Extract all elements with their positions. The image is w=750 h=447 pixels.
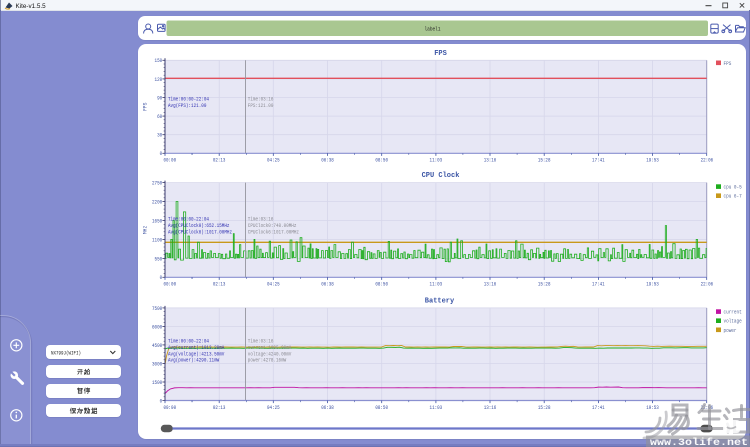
svg-text:02:13: 02:13: [212, 282, 225, 288]
svg-text:17:41: 17:41: [592, 158, 605, 164]
svg-text:13:16: 13:16: [483, 158, 496, 164]
svg-text:11:03: 11:03: [429, 158, 442, 164]
svg-text:FPS: FPS: [142, 103, 148, 111]
svg-text:04:25: 04:25: [267, 282, 280, 288]
svg-text:6000: 6000: [152, 324, 162, 330]
svg-text:13:16: 13:16: [483, 282, 496, 288]
svg-text:120: 120: [154, 77, 162, 83]
svg-text:power:4278.16mW: power:4278.16mW: [247, 357, 286, 364]
svg-text:CPU Clock: CPU Clock: [421, 172, 459, 180]
svg-text:Avg(power):4290.11mW: Avg(power):4290.11mW: [168, 357, 220, 364]
svg-text:17:41: 17:41: [592, 282, 605, 288]
svg-text:30: 30: [157, 133, 162, 139]
svg-text:15:28: 15:28: [537, 282, 550, 288]
svg-text:2750: 2750: [152, 181, 162, 187]
svg-text:00:00: 00:00: [163, 282, 176, 288]
svg-text:4500: 4500: [152, 343, 162, 349]
svg-text:FPS:121.00: FPS:121.00: [247, 102, 273, 109]
svg-text:FPS: FPS: [723, 61, 731, 67]
svg-text:11:03: 11:03: [429, 282, 442, 288]
svg-text:00:00: 00:00: [163, 158, 176, 164]
svg-text:CPUClock6:1017.00MHz: CPUClock6:1017.00MHz: [247, 228, 298, 235]
svg-text:06:38: 06:38: [321, 405, 334, 411]
svg-text:3000: 3000: [152, 361, 162, 367]
svg-text:1650: 1650: [152, 218, 162, 224]
svg-text:22:06: 22:06: [700, 282, 713, 288]
svg-text:1100: 1100: [152, 237, 162, 243]
svg-text:www.3olife.net: www.3olife.net: [650, 437, 748, 447]
svg-text:label1: label1: [424, 26, 440, 32]
svg-text:7500: 7500: [152, 306, 162, 312]
svg-text:Kite-v1.5.5: Kite-v1.5.5: [16, 3, 47, 10]
svg-text:FPS: FPS: [434, 50, 447, 58]
svg-text:MHz: MHz: [142, 226, 148, 234]
svg-text:04:25: 04:25: [267, 405, 280, 411]
svg-text:06:38: 06:38: [321, 282, 334, 288]
svg-text:08:50: 08:50: [375, 282, 388, 288]
svg-text:19:53: 19:53: [646, 282, 659, 288]
svg-text:02:13: 02:13: [212, 405, 225, 411]
svg-text:02:13: 02:13: [212, 158, 225, 164]
svg-text:150: 150: [154, 58, 162, 64]
svg-text:15:28: 15:28: [537, 158, 550, 164]
svg-text:cpu 0-5: cpu 0-5: [723, 185, 741, 191]
svg-text:90: 90: [157, 95, 162, 101]
svg-text:19:53: 19:53: [646, 158, 659, 164]
svg-text:Avg(CPUClock6):1017.00MHz: Avg(CPUClock6):1017.00MHz: [168, 228, 232, 235]
svg-text:Battery: Battery: [424, 297, 454, 305]
svg-text:current: current: [723, 310, 741, 316]
svg-text:08:50: 08:50: [375, 158, 388, 164]
svg-text:22:06: 22:06: [700, 158, 713, 164]
svg-text:0: 0: [159, 275, 162, 281]
svg-text:15:28: 15:28: [537, 405, 550, 411]
svg-text:1500: 1500: [152, 380, 162, 386]
svg-text:13:16: 13:16: [483, 405, 496, 411]
svg-text:Avg(FPS):121.00: Avg(FPS):121.00: [168, 102, 206, 109]
svg-text:0: 0: [159, 151, 162, 157]
svg-text:voltage: voltage: [723, 319, 741, 325]
svg-text:60: 60: [157, 114, 162, 120]
svg-text:cpu 6-7: cpu 6-7: [723, 194, 741, 200]
svg-text:550: 550: [154, 256, 162, 262]
svg-text:11:03: 11:03: [429, 405, 442, 411]
svg-text:power: power: [723, 328, 736, 334]
svg-text:08:50: 08:50: [375, 405, 388, 411]
svg-text:2200: 2200: [152, 199, 162, 205]
svg-text:NX799J(WIFI): NX799J(WIFI): [51, 350, 81, 356]
svg-text:04:25: 04:25: [267, 158, 280, 164]
svg-text:06:38: 06:38: [321, 158, 334, 164]
svg-text:0: 0: [159, 398, 162, 404]
svg-text:00:00: 00:00: [163, 405, 176, 411]
